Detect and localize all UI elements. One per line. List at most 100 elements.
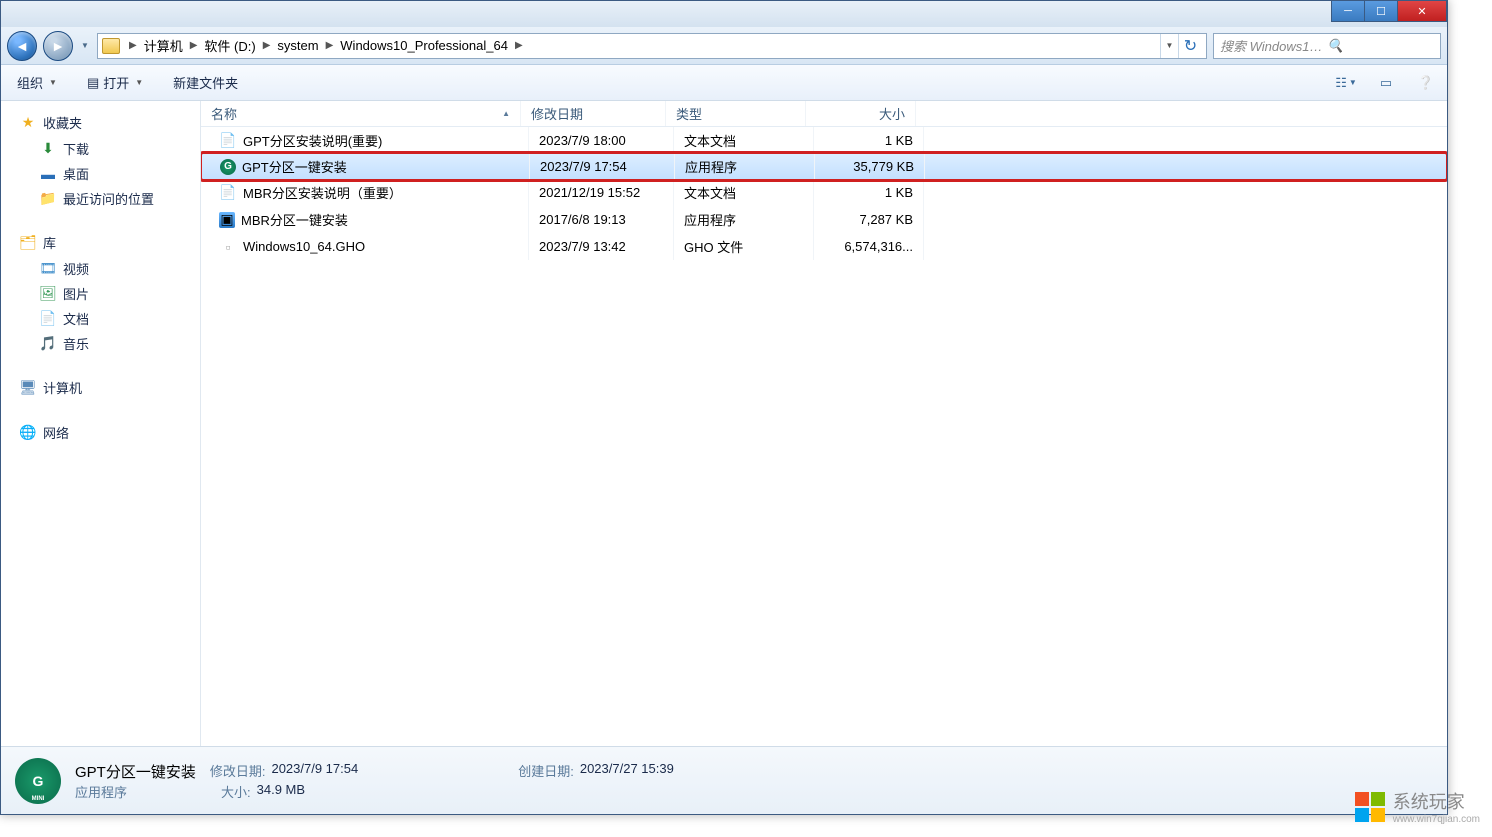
window-controls: ─ ☐ ✕	[1332, 1, 1447, 22]
file-row[interactable]: 📄 MBR分区安装说明（重要） 2021/12/19 15:52文本文档1 KB	[201, 179, 1447, 206]
breadcrumb-computer[interactable]: 计算机	[140, 36, 187, 55]
file-name: GPT分区安装说明(重要)	[243, 131, 382, 150]
breadcrumb-separator-icon[interactable]: ▶	[323, 40, 337, 51]
file-type: 文本文档	[674, 127, 814, 154]
minimize-button[interactable]: ─	[1331, 1, 1365, 22]
file-size: 1 KB	[814, 127, 924, 154]
watermark-logo-icon	[1355, 792, 1385, 822]
file-date: 2023/7/9 13:42	[529, 233, 674, 260]
nav-history-dropdown[interactable]: ▼	[79, 31, 91, 61]
back-button[interactable]: ◄	[7, 31, 37, 61]
recent-icon: 📁	[39, 191, 57, 207]
sidebar-item-videos[interactable]: 🎞视频	[1, 256, 200, 281]
video-icon: 🎞	[39, 261, 57, 277]
breadcrumb-folder-system[interactable]: system	[273, 38, 322, 53]
file-icon: ▣	[219, 212, 235, 228]
explorer-window: ─ ☐ ✕ ◄ ► ▼ ▶ 计算机 ▶ 软件 (D:) ▶ system ▶ W…	[0, 0, 1448, 815]
details-modified-label: 修改日期:	[210, 761, 266, 782]
breadcrumb-separator-icon[interactable]: ▶	[512, 40, 526, 51]
file-date: 2021/12/19 15:52	[529, 179, 674, 206]
new-folder-button[interactable]: 新建文件夹	[167, 71, 244, 94]
maximize-button[interactable]: ☐	[1364, 1, 1398, 22]
file-date: 2023/7/9 17:54	[530, 154, 675, 179]
search-icon: 🔍	[1327, 38, 1434, 54]
breadcrumb-drive[interactable]: 软件 (D:)	[200, 36, 259, 55]
file-date: 2017/6/8 19:13	[529, 206, 674, 233]
file-type: GHO 文件	[674, 233, 814, 260]
column-size-header[interactable]: 大小	[806, 101, 916, 126]
details-size-value: 34.9 MB	[257, 782, 305, 801]
details-size-label: 大小:	[221, 782, 251, 801]
network-icon: 🌐	[19, 425, 37, 441]
sidebar-network-header[interactable]: 🌐网络	[1, 419, 200, 446]
details-file-icon: G	[15, 758, 61, 804]
file-icon: 📄	[219, 184, 237, 202]
column-headers: 名称▲ 修改日期 类型 大小	[201, 101, 1447, 127]
computer-icon: 🖥	[19, 380, 37, 396]
address-dropdown-button[interactable]: ▼	[1160, 34, 1178, 58]
file-type: 文本文档	[674, 179, 814, 206]
file-type: 应用程序	[675, 154, 815, 179]
sidebar-item-music[interactable]: 🎵音乐	[1, 331, 200, 356]
watermark-name: 系统玩家	[1393, 788, 1480, 814]
preview-pane-button[interactable]: ▭	[1375, 72, 1397, 94]
title-bar[interactable]: ─ ☐ ✕	[1, 1, 1447, 27]
document-icon: 📄	[39, 311, 57, 327]
file-row[interactable]: ▫ Windows10_64.GHO 2023/7/9 13:42GHO 文件6,5…	[201, 233, 1447, 260]
file-list: 名称▲ 修改日期 类型 大小 📄 GPT分区安装说明(重要) 2023/7/9 18…	[201, 101, 1447, 746]
search-placeholder: 搜索 Windows10_Professi...	[1220, 36, 1327, 55]
help-button[interactable]: ❔	[1415, 72, 1437, 94]
file-date: 2023/7/9 18:00	[529, 127, 674, 154]
file-icon: G	[220, 159, 236, 175]
file-icon: ▫	[219, 238, 237, 256]
open-button[interactable]: ▤打开▼	[81, 71, 149, 94]
breadcrumb-separator-icon[interactable]: ▶	[260, 40, 274, 51]
forward-button[interactable]: ►	[43, 31, 73, 61]
close-button[interactable]: ✕	[1397, 1, 1447, 22]
file-name: GPT分区一键安装	[242, 157, 347, 176]
file-size: 6,574,316...	[814, 233, 924, 260]
picture-icon: 🖼	[39, 286, 57, 302]
navigation-pane: ★收藏夹 ⬇下载 ▬桌面 📁最近访问的位置 🗂库 🎞视频 🖼图片 📄文档 🎵音乐…	[1, 101, 201, 746]
column-name-header[interactable]: 名称▲	[201, 101, 521, 126]
sort-indicator-icon: ▲	[502, 109, 510, 118]
file-icon: 📄	[219, 132, 237, 150]
details-created-label: 创建日期:	[518, 761, 574, 780]
sidebar-item-desktop[interactable]: ▬桌面	[1, 161, 200, 186]
details-file-name: GPT分区一键安装	[75, 761, 196, 782]
sidebar-item-downloads[interactable]: ⬇下载	[1, 136, 200, 161]
column-date-header[interactable]: 修改日期	[521, 101, 666, 126]
search-input[interactable]: 搜索 Windows10_Professi... 🔍	[1213, 33, 1441, 59]
nav-bar: ◄ ► ▼ ▶ 计算机 ▶ 软件 (D:) ▶ system ▶ Windows…	[1, 27, 1447, 65]
folder-icon	[102, 38, 120, 54]
view-options-button[interactable]: ☷▼	[1335, 72, 1357, 94]
watermark-url: www.win7qjian.com	[1393, 814, 1480, 825]
file-size: 35,779 KB	[815, 154, 925, 179]
favorites-icon: ★	[19, 115, 37, 131]
sidebar-item-documents[interactable]: 📄文档	[1, 306, 200, 331]
command-bar: 组织▼ ▤打开▼ 新建文件夹 ☷▼ ▭ ❔	[1, 65, 1447, 101]
sidebar-libraries-header[interactable]: 🗂库	[1, 229, 200, 256]
file-name: MBR分区安装说明（重要）	[243, 183, 402, 202]
sidebar-item-recent[interactable]: 📁最近访问的位置	[1, 186, 200, 211]
breadcrumb-separator-icon[interactable]: ▶	[187, 40, 201, 51]
sidebar-favorites-header[interactable]: ★收藏夹	[1, 109, 200, 136]
details-created-value: 2023/7/27 15:39	[580, 761, 674, 780]
music-icon: 🎵	[39, 336, 57, 352]
file-row[interactable]: 📄 GPT分区安装说明(重要) 2023/7/9 18:00文本文档1 KB	[201, 127, 1447, 154]
address-bar[interactable]: ▶ 计算机 ▶ 软件 (D:) ▶ system ▶ Windows10_Pro…	[97, 33, 1207, 59]
organize-menu[interactable]: 组织▼	[11, 71, 63, 94]
sidebar-computer-header[interactable]: 🖥计算机	[1, 374, 200, 401]
file-type: 应用程序	[674, 206, 814, 233]
file-name: Windows10_64.GHO	[243, 239, 365, 254]
watermark: 系统玩家 www.win7qjian.com	[1355, 788, 1480, 825]
file-size: 1 KB	[814, 179, 924, 206]
sidebar-item-pictures[interactable]: 🖼图片	[1, 281, 200, 306]
column-type-header[interactable]: 类型	[666, 101, 806, 126]
file-row[interactable]: G GPT分区一键安装 2023/7/9 17:54应用程序35,779 KB	[201, 153, 1447, 180]
file-row[interactable]: ▣MBR分区一键安装2017/6/8 19:13应用程序7,287 KB	[201, 206, 1447, 233]
breadcrumb-folder-current[interactable]: Windows10_Professional_64	[336, 38, 512, 53]
download-icon: ⬇	[39, 141, 57, 157]
breadcrumb-separator-icon[interactable]: ▶	[126, 40, 140, 51]
refresh-button[interactable]: ↻	[1178, 34, 1202, 58]
